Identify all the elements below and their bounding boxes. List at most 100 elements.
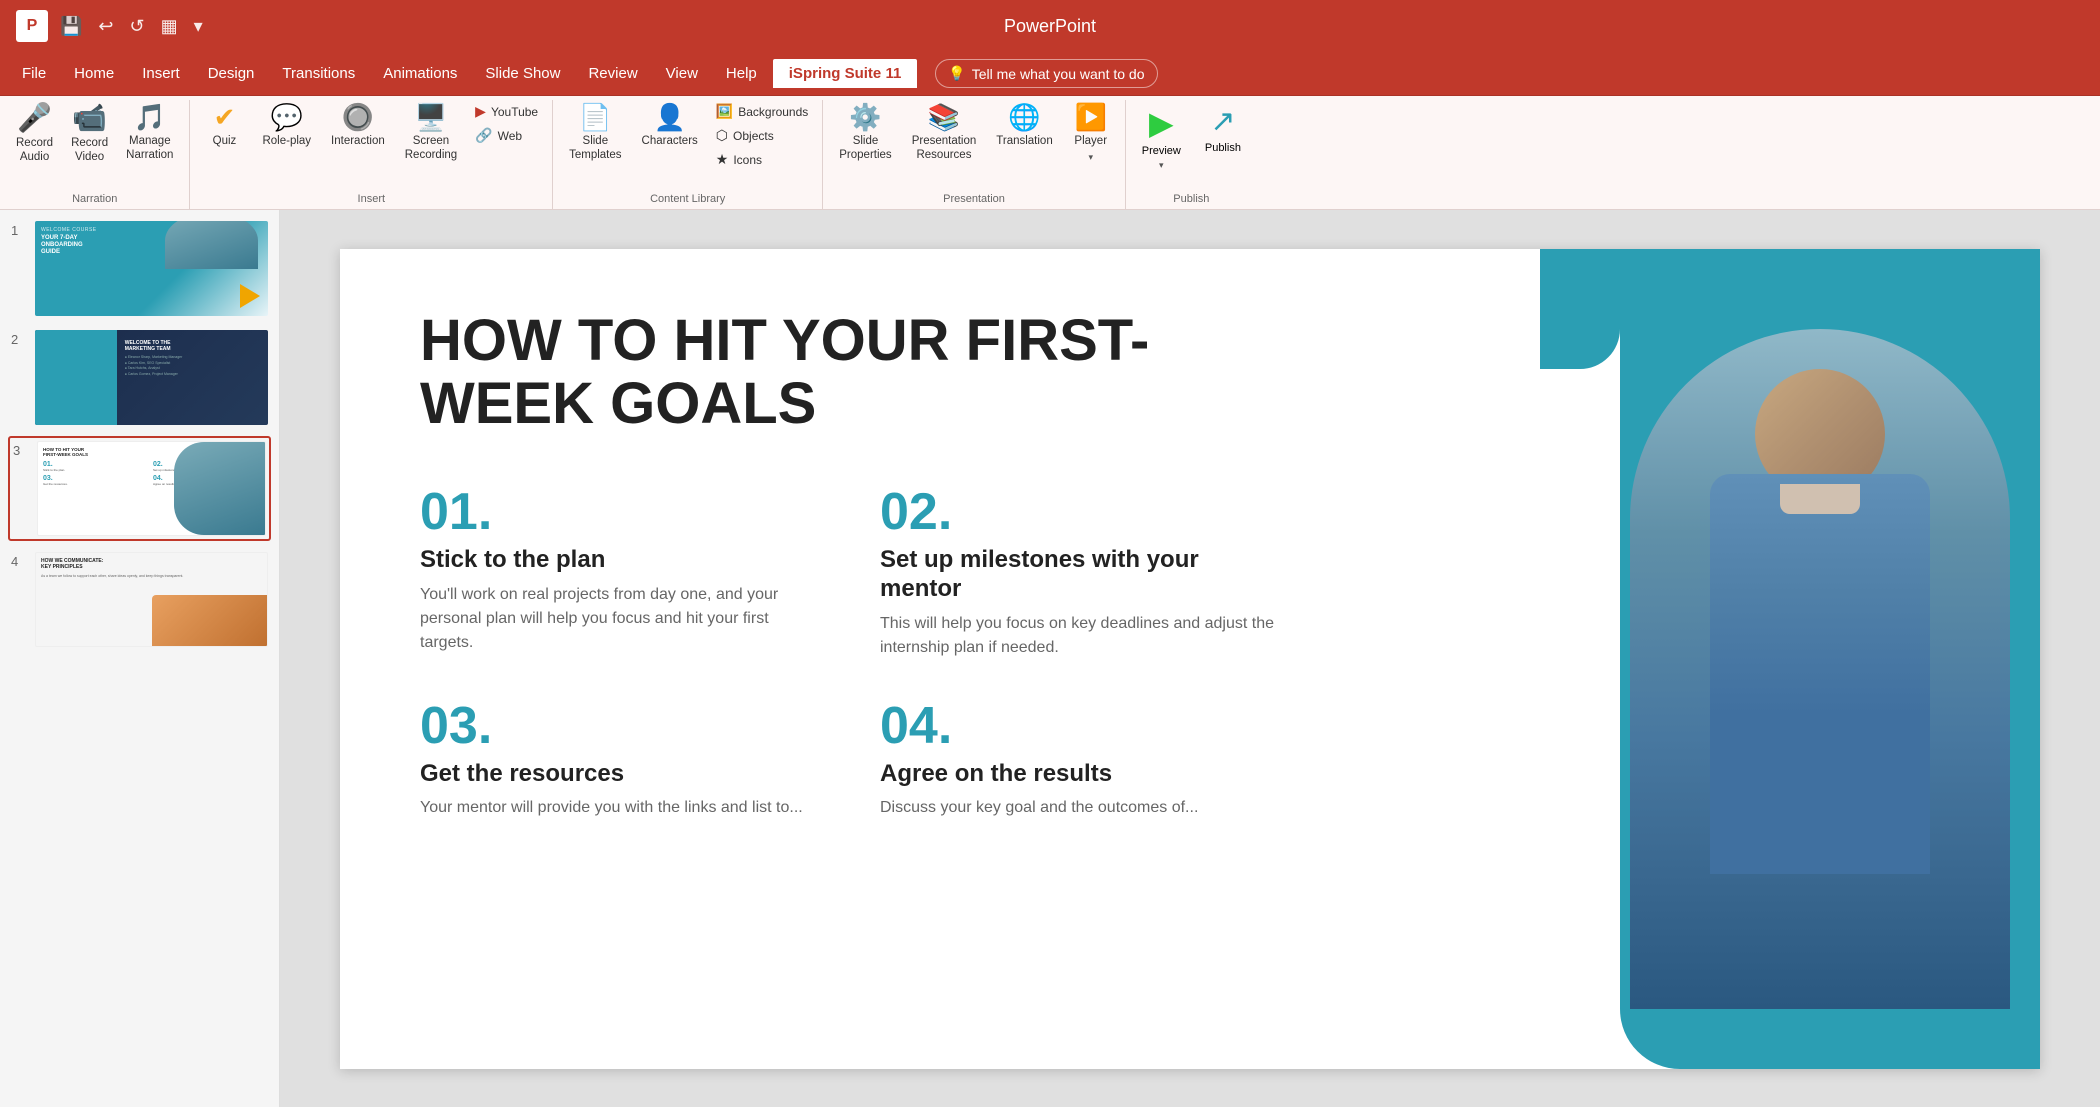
item-1-num: 01. — [420, 486, 820, 538]
publish-items: ▶ Preview ▾ ↗ Publish — [1134, 100, 1249, 191]
quiz-button[interactable]: ✔ Quiz — [198, 100, 250, 153]
redo-btn[interactable]: ↺ — [126, 12, 149, 41]
item-2-title: Set up milestones with your mentor — [880, 546, 1280, 604]
quiz-icon: ✔ — [214, 104, 236, 130]
characters-button[interactable]: 👤 Characters — [634, 100, 706, 153]
preview-dropdown: ▾ — [1159, 160, 1164, 171]
translation-label: Translation — [996, 135, 1052, 149]
menu-help[interactable]: Help — [712, 59, 771, 88]
slide-panel: 1 WELCOME COURSE YOUR 7-DAYONBOARDINGGUI… — [0, 210, 280, 1107]
menu-file[interactable]: File — [8, 59, 60, 88]
screen-recording-button[interactable]: 🖥️ Screen Recording — [397, 100, 465, 167]
music-icon: 🎵 — [134, 104, 166, 130]
presentation-resources-button[interactable]: 📚 Presentation Resources — [904, 100, 985, 167]
slide-thumb-3[interactable]: 3 HOW TO HIT YOURFIRST-WEEK GOALS 01.Sti… — [8, 436, 271, 541]
slide-main-content: HOW TO HIT YOUR FIRST-WEEK GOALS 01. Sti… — [420, 309, 1280, 821]
camera-icon: 📹 — [72, 104, 107, 132]
publish-icon: ↗ — [1210, 104, 1235, 139]
role-play-label: Role-play — [262, 135, 311, 149]
publish-button[interactable]: ↗ Publish — [1197, 100, 1249, 158]
web-label: Web — [498, 129, 522, 143]
objects-button[interactable]: ⬡ Objects — [710, 124, 814, 147]
slide-img-4: HOW WE COMMUNICATE:KEY PRINCIPLES As a t… — [35, 552, 268, 647]
slide-num-3: 3 — [13, 441, 29, 458]
more-btn[interactable]: ▾ — [190, 12, 207, 41]
content-library-items: 📄 Slide Templates 👤 Characters 🖼️ Backgr… — [561, 100, 814, 191]
item-3-num: 03. — [420, 700, 820, 752]
slide-main-title: HOW TO HIT YOUR FIRST-WEEK GOALS — [420, 309, 1280, 437]
menu-transitions[interactable]: Transitions — [268, 59, 369, 88]
properties-icon: ⚙️ — [849, 104, 881, 130]
slide-num-2: 2 — [11, 330, 27, 347]
thumb1-triangle — [240, 284, 260, 308]
menu-view[interactable]: View — [652, 59, 712, 88]
narration-group-label: Narration — [8, 191, 181, 209]
slide-templates-button[interactable]: 📄 Slide Templates — [561, 100, 629, 167]
translation-button[interactable]: 🌐 Translation — [988, 100, 1060, 153]
templates-icon: 📄 — [579, 104, 611, 130]
present-btn[interactable]: ▦ — [157, 12, 182, 41]
ribbon-group-presentation: ⚙️ Slide Properties 📚 Presentation Resou… — [823, 100, 1125, 209]
play-icon: ▶ — [1149, 104, 1174, 142]
characters-icon: 👤 — [653, 104, 685, 130]
youtube-button[interactable]: ▶ YouTube — [469, 100, 544, 123]
item-4-desc: Discuss your key goal and the outcomes o… — [880, 796, 1280, 820]
backgrounds-label: Backgrounds — [738, 105, 808, 119]
record-video-button[interactable]: 📹 Record Video — [63, 100, 116, 169]
tell-me-bar[interactable]: 💡 Tell me what you want to do — [935, 59, 1157, 88]
slide-thumb-4[interactable]: 4 HOW WE COMMUNICATE:KEY PRINCIPLES As a… — [8, 549, 271, 650]
menu-insert[interactable]: Insert — [128, 59, 194, 88]
app-title: PowerPoint — [1004, 16, 1096, 37]
slide-properties-button[interactable]: ⚙️ Slide Properties — [831, 100, 899, 167]
interaction-button[interactable]: 🔘 Interaction — [323, 100, 393, 153]
narration-items: 🎤 Record Audio 📹 Record Video 🎵 Manage N… — [8, 100, 181, 191]
role-play-button[interactable]: 💬 Role-play — [254, 100, 319, 153]
backgrounds-button[interactable]: 🖼️ Backgrounds — [710, 100, 814, 123]
youtube-label: YouTube — [491, 105, 538, 119]
slide-canvas: HOW TO HIT YOUR FIRST-WEEK GOALS 01. Sti… — [340, 249, 2040, 1069]
objects-icon: ⬡ — [716, 127, 728, 144]
preview-button[interactable]: ▶ Preview ▾ — [1134, 100, 1189, 175]
slide-photo-area — [1630, 329, 2010, 1009]
ribbon: 🎤 Record Audio 📹 Record Video 🎵 Manage N… — [0, 96, 2100, 210]
ribbon-group-publish: ▶ Preview ▾ ↗ Publish Publish — [1126, 100, 1257, 209]
player-button[interactable]: ▶️ Player ▾ — [1065, 100, 1117, 167]
slide-templates-label: Slide Templates — [569, 135, 621, 163]
menu-ispring[interactable]: iSpring Suite 11 — [771, 57, 920, 90]
web-button[interactable]: 🔗 Web — [469, 124, 544, 147]
item-4-num: 04. — [880, 700, 1280, 752]
manage-narration-button[interactable]: 🎵 Manage Narration — [118, 100, 181, 167]
presentation-resources-label: Presentation Resources — [912, 135, 977, 163]
publish-group-label: Publish — [1134, 191, 1249, 209]
item-3-desc: Your mentor will provide you with the li… — [420, 796, 820, 820]
teal-top-element — [1540, 249, 1620, 369]
record-audio-button[interactable]: 🎤 Record Audio — [8, 100, 61, 169]
main-area: 1 WELCOME COURSE YOUR 7-DAYONBOARDINGGUI… — [0, 210, 2100, 1107]
objects-label: Objects — [733, 129, 774, 143]
link-icon: 🔗 — [475, 127, 492, 144]
menu-home[interactable]: Home — [60, 59, 128, 88]
quiz-label: Quiz — [213, 135, 237, 149]
slide-img-3: HOW TO HIT YOURFIRST-WEEK GOALS 01.Stick… — [37, 441, 266, 536]
slide-item-4: 04. Agree on the results Discuss your ke… — [880, 700, 1280, 821]
screen-recording-label: Screen Recording — [405, 135, 457, 163]
undo-btn[interactable]: ↩ — [94, 12, 117, 41]
web-buttons: ▶ YouTube 🔗 Web — [469, 100, 544, 147]
player-label: Player — [1074, 135, 1107, 149]
menu-animations[interactable]: Animations — [369, 59, 471, 88]
tell-me-text: Tell me what you want to do — [972, 66, 1145, 82]
menu-slideshow[interactable]: Slide Show — [471, 59, 574, 88]
menu-design[interactable]: Design — [194, 59, 269, 88]
interaction-label: Interaction — [331, 135, 385, 149]
backgrounds-icon: 🖼️ — [716, 103, 733, 120]
slide-thumb-1[interactable]: 1 WELCOME COURSE YOUR 7-DAYONBOARDINGGUI… — [8, 218, 271, 319]
characters-label: Characters — [642, 135, 698, 149]
icons-button[interactable]: ★ Icons — [710, 148, 814, 171]
menu-review[interactable]: Review — [574, 59, 651, 88]
save-btn[interactable]: 💾 — [56, 12, 86, 41]
resources-icon: 📚 — [928, 104, 960, 130]
slide-thumb-2[interactable]: 2 WELCOME TO THEMARKETING TEAM ● Eleanor… — [8, 327, 271, 428]
powerpoint-icon: P — [16, 10, 48, 42]
chat-icon: 💬 — [271, 104, 303, 130]
item-3-title: Get the resources — [420, 760, 820, 789]
